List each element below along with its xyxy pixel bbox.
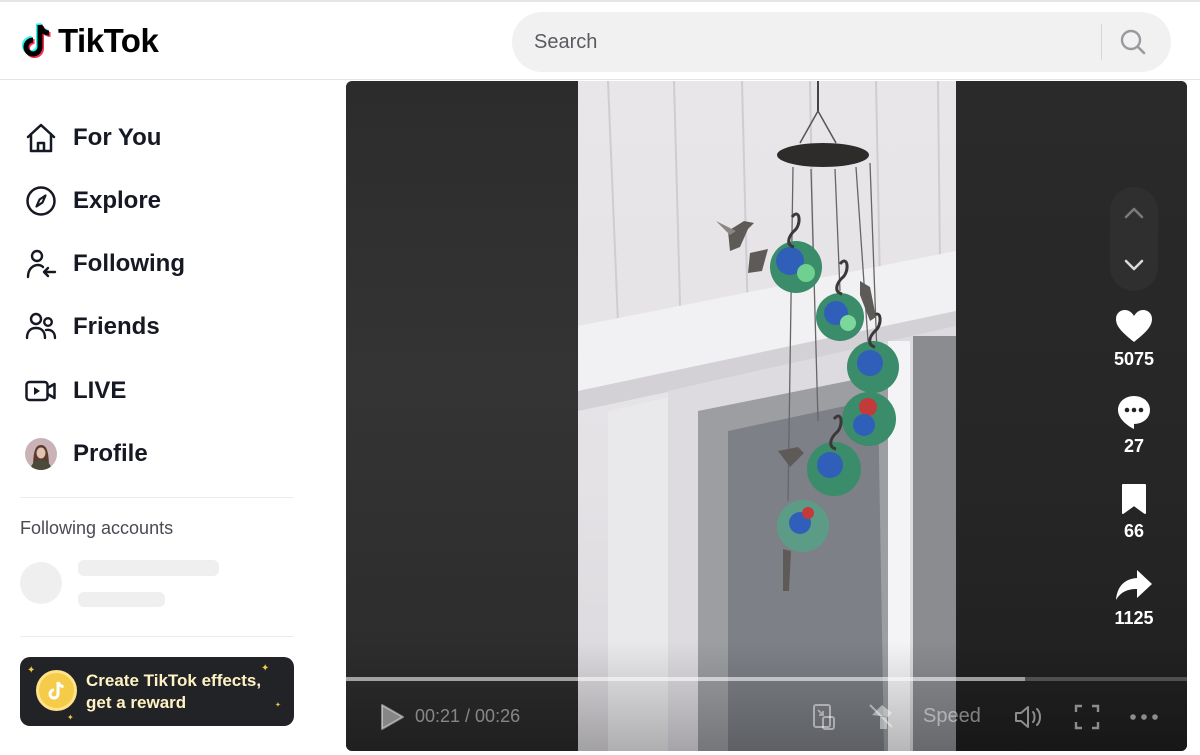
divider bbox=[20, 497, 294, 498]
promo-text: Create TikTok effects, get a reward bbox=[86, 670, 261, 714]
home-icon bbox=[24, 121, 58, 155]
skeleton-avatar bbox=[20, 562, 62, 604]
previous-video-button[interactable] bbox=[1110, 189, 1158, 237]
play-icon bbox=[381, 704, 404, 730]
divider bbox=[20, 636, 294, 637]
sidebar-item-live[interactable]: LIVE bbox=[24, 371, 126, 411]
create-effects-promo[interactable]: ✦ ✦ ✦ ✦ Create TikTok effects, get a rew… bbox=[20, 657, 294, 726]
search-button[interactable] bbox=[1116, 26, 1150, 58]
comment-count: 27 bbox=[1123, 436, 1145, 456]
share-count: 1125 bbox=[1114, 608, 1154, 628]
video-content-image bbox=[578, 81, 956, 751]
sidebar-item-profile[interactable]: Profile bbox=[24, 434, 148, 474]
sidebar-item-label: For You bbox=[73, 124, 162, 151]
more-options-button[interactable] bbox=[1128, 701, 1160, 733]
share-button[interactable]: 1125 bbox=[1102, 568, 1166, 629]
right-gutter bbox=[1187, 81, 1200, 755]
search-bar bbox=[512, 12, 1171, 72]
sidebar-item-friends[interactable]: Friends bbox=[24, 307, 160, 347]
volume-button[interactable] bbox=[1012, 701, 1046, 733]
sparkle-icon: ✦ bbox=[27, 665, 36, 676]
next-video-button[interactable] bbox=[1110, 241, 1158, 289]
time-display: 00:21 / 00:26 bbox=[415, 706, 521, 726]
save-button[interactable]: 66 bbox=[1102, 483, 1166, 542]
tiktok-note-icon bbox=[22, 22, 51, 58]
sidebar-item-explore[interactable]: Explore bbox=[24, 181, 161, 221]
floating-player-button[interactable] bbox=[866, 701, 896, 733]
progress-fill bbox=[346, 677, 1025, 681]
sparkle-icon: ✦ bbox=[261, 663, 270, 674]
sidebar-item-label: Friends bbox=[73, 313, 160, 340]
sidebar-item-following[interactable]: Following bbox=[24, 244, 185, 284]
comment-icon bbox=[1118, 396, 1150, 429]
sparkle-icon: ✦ bbox=[67, 713, 74, 722]
user-following-icon bbox=[24, 247, 58, 281]
skeleton-line bbox=[78, 592, 165, 607]
tiktok-logo[interactable]: TikTok bbox=[20, 22, 159, 60]
play-button[interactable] bbox=[376, 701, 408, 733]
friends-icon bbox=[24, 310, 58, 344]
fullscreen-icon bbox=[1074, 704, 1100, 730]
sparkle-icon: ✦ bbox=[275, 702, 281, 709]
header: TikTok bbox=[0, 2, 1200, 80]
fullscreen-button[interactable] bbox=[1072, 701, 1102, 733]
like-count: 5075 bbox=[1113, 349, 1155, 369]
avatar bbox=[24, 437, 58, 471]
share-arrow-icon bbox=[1116, 570, 1152, 600]
search-input[interactable] bbox=[512, 30, 1092, 54]
search-icon bbox=[1120, 29, 1146, 55]
mini-player-button[interactable] bbox=[810, 701, 838, 733]
sidebar-item-label: LIVE bbox=[73, 377, 127, 404]
video-frame[interactable] bbox=[578, 81, 956, 751]
sidebar-item-label: Explore bbox=[73, 187, 162, 214]
speed-button[interactable]: Speed bbox=[923, 705, 981, 728]
live-camera-icon bbox=[24, 374, 58, 408]
sidebar-item-for-you[interactable]: For You bbox=[24, 118, 161, 158]
sidebar: For You Explore Following Friends LIVE P… bbox=[0, 81, 346, 755]
chevron-up-icon bbox=[1124, 207, 1144, 219]
promo-line-1: Create TikTok effects, bbox=[86, 671, 262, 690]
compass-icon bbox=[24, 184, 58, 218]
save-count: 66 bbox=[1123, 521, 1145, 541]
more-icon bbox=[1130, 714, 1158, 720]
heart-icon bbox=[1116, 310, 1152, 342]
progress-bar[interactable] bbox=[346, 677, 1187, 681]
following-accounts-title: Following accounts bbox=[20, 518, 174, 538]
comment-button[interactable]: 27 bbox=[1102, 394, 1166, 457]
brand-name: TikTok bbox=[58, 22, 159, 59]
chevron-down-icon bbox=[1124, 259, 1144, 271]
sidebar-item-label: Profile bbox=[73, 440, 148, 467]
sidebar-item-label: Following bbox=[73, 250, 185, 277]
picture-in-picture-icon bbox=[813, 704, 835, 730]
like-button[interactable]: 5075 bbox=[1102, 309, 1166, 370]
promo-line-2: get a reward bbox=[86, 693, 187, 712]
search-divider bbox=[1101, 24, 1102, 60]
tiktok-coin-icon bbox=[36, 670, 77, 711]
bookmark-icon bbox=[1122, 484, 1146, 514]
video-player[interactable]: 5075 27 66 1125 00:21 / 00:26 Speed bbox=[346, 81, 1187, 751]
skeleton-line bbox=[78, 560, 219, 576]
volume-icon bbox=[1015, 706, 1041, 728]
float-icon bbox=[869, 704, 893, 729]
video-navigation bbox=[1110, 187, 1158, 291]
